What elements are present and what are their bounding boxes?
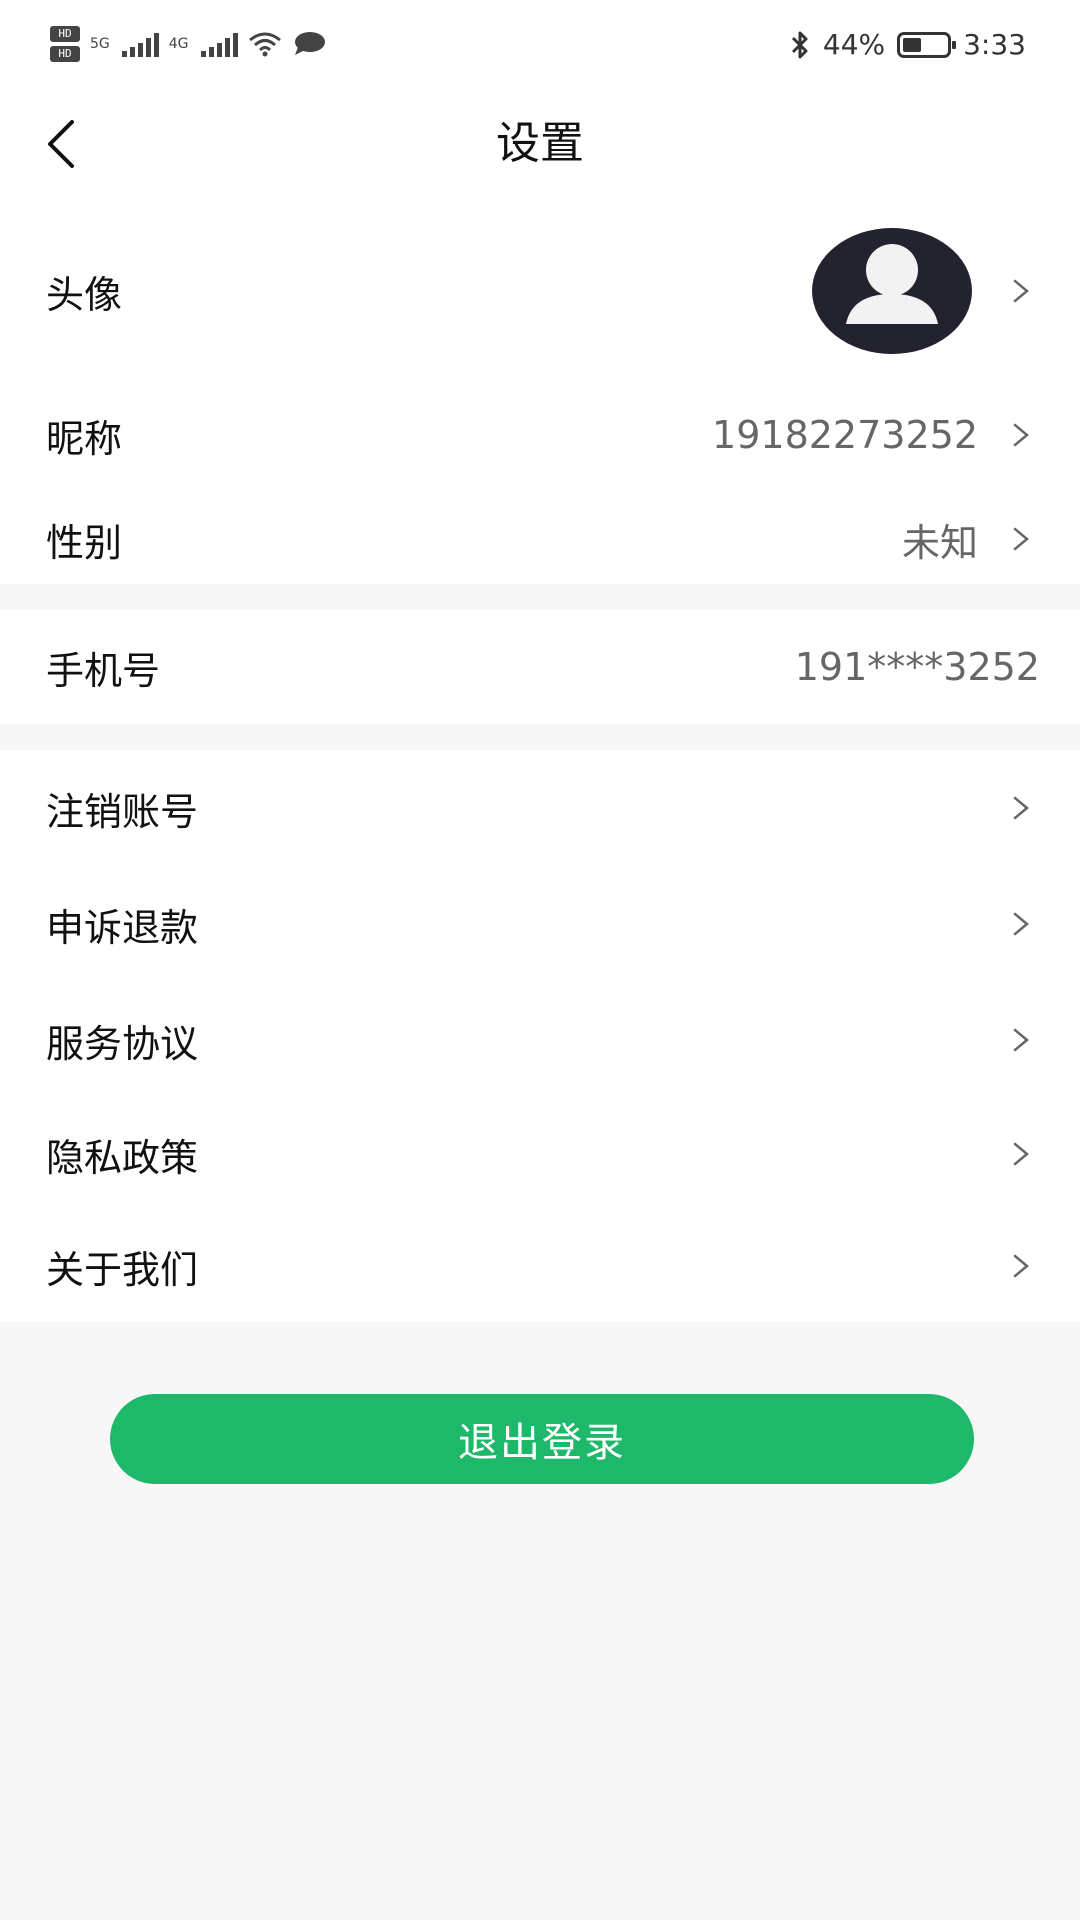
nickname-value: 19182273252 — [712, 413, 978, 457]
chevron-right-icon — [1013, 1142, 1029, 1166]
hd-badge-1: HD — [50, 26, 80, 42]
phone-row: 手机号 191****3252 — [0, 610, 1080, 724]
signal-icon-2 — [200, 31, 238, 57]
gender-value: 未知 — [901, 520, 978, 565]
wifi-icon — [248, 32, 281, 57]
phone-label: 手机号 — [46, 648, 161, 693]
page-title: 设置 — [496, 118, 584, 169]
nickname-row[interactable]: 昵称 19182273252 — [0, 376, 1080, 494]
chevron-right-icon — [1013, 912, 1029, 936]
battery-level-fill — [903, 37, 922, 52]
gender-row[interactable]: 性别 未知 — [0, 494, 1080, 584]
menu-item-label: 关于我们 — [46, 1247, 199, 1292]
profile-card: 头像 昵称 19182273252 性别 未知 — [0, 206, 1080, 584]
menu-item-cancel-account[interactable]: 注销账号 — [0, 750, 1080, 866]
menu-item-label: 注销账号 — [46, 789, 199, 834]
signal-icon — [121, 31, 159, 57]
nickname-label: 昵称 — [46, 416, 123, 461]
menu-item-about-us[interactable]: 关于我们 — [0, 1210, 1080, 1322]
network-label-1: 5G — [90, 36, 110, 52]
status-left-indicators: HD HD 5G 4G — [50, 26, 326, 62]
status-right-indicators: 44% 3:33 — [789, 28, 1026, 61]
bluetooth-icon — [791, 31, 808, 58]
menu-item-service-agreement[interactable]: 服务协议 — [0, 982, 1080, 1098]
battery-percent: 44% — [822, 28, 886, 61]
menu-item-privacy-policy[interactable]: 隐私政策 — [0, 1098, 1080, 1210]
page-header: 设置 — [0, 96, 1080, 206]
network-label-2: 4G — [168, 36, 189, 52]
chevron-right-icon — [1013, 1254, 1029, 1278]
phone-value: 191****3252 — [794, 645, 1040, 689]
menu-item-label: 申诉退款 — [46, 905, 199, 950]
gender-label: 性别 — [46, 520, 123, 565]
chevron-right-icon — [1013, 423, 1029, 447]
battery-icon — [897, 31, 957, 58]
status-time: 3:33 — [963, 28, 1026, 61]
status-bar: HD HD 5G 4G 44% 3:33 — [0, 0, 1080, 96]
menu-item-refund-appeal[interactable]: 申诉退款 — [0, 866, 1080, 982]
avatar-row[interactable]: 头像 — [0, 206, 1080, 376]
message-bubble-icon — [294, 32, 325, 55]
menu-card: 注销账号 申诉退款 服务协议 隐私政策 关于我们 — [0, 750, 1080, 1322]
hd-badge-2: HD — [50, 46, 80, 62]
menu-item-label: 服务协议 — [46, 1021, 199, 1066]
chevron-right-icon — [1013, 279, 1029, 303]
chevron-right-icon — [1013, 527, 1029, 551]
chevron-right-icon — [1013, 796, 1029, 820]
chevron-right-icon — [1013, 1028, 1029, 1052]
avatar[interactable] — [812, 228, 972, 354]
avatar-label: 头像 — [46, 272, 123, 317]
logout-button[interactable]: 退出登录 — [110, 1394, 974, 1484]
menu-item-label: 隐私政策 — [46, 1135, 199, 1180]
hd-badges: HD HD — [50, 26, 80, 62]
user-icon — [846, 244, 938, 324]
phone-card: 手机号 191****3252 — [0, 610, 1080, 724]
